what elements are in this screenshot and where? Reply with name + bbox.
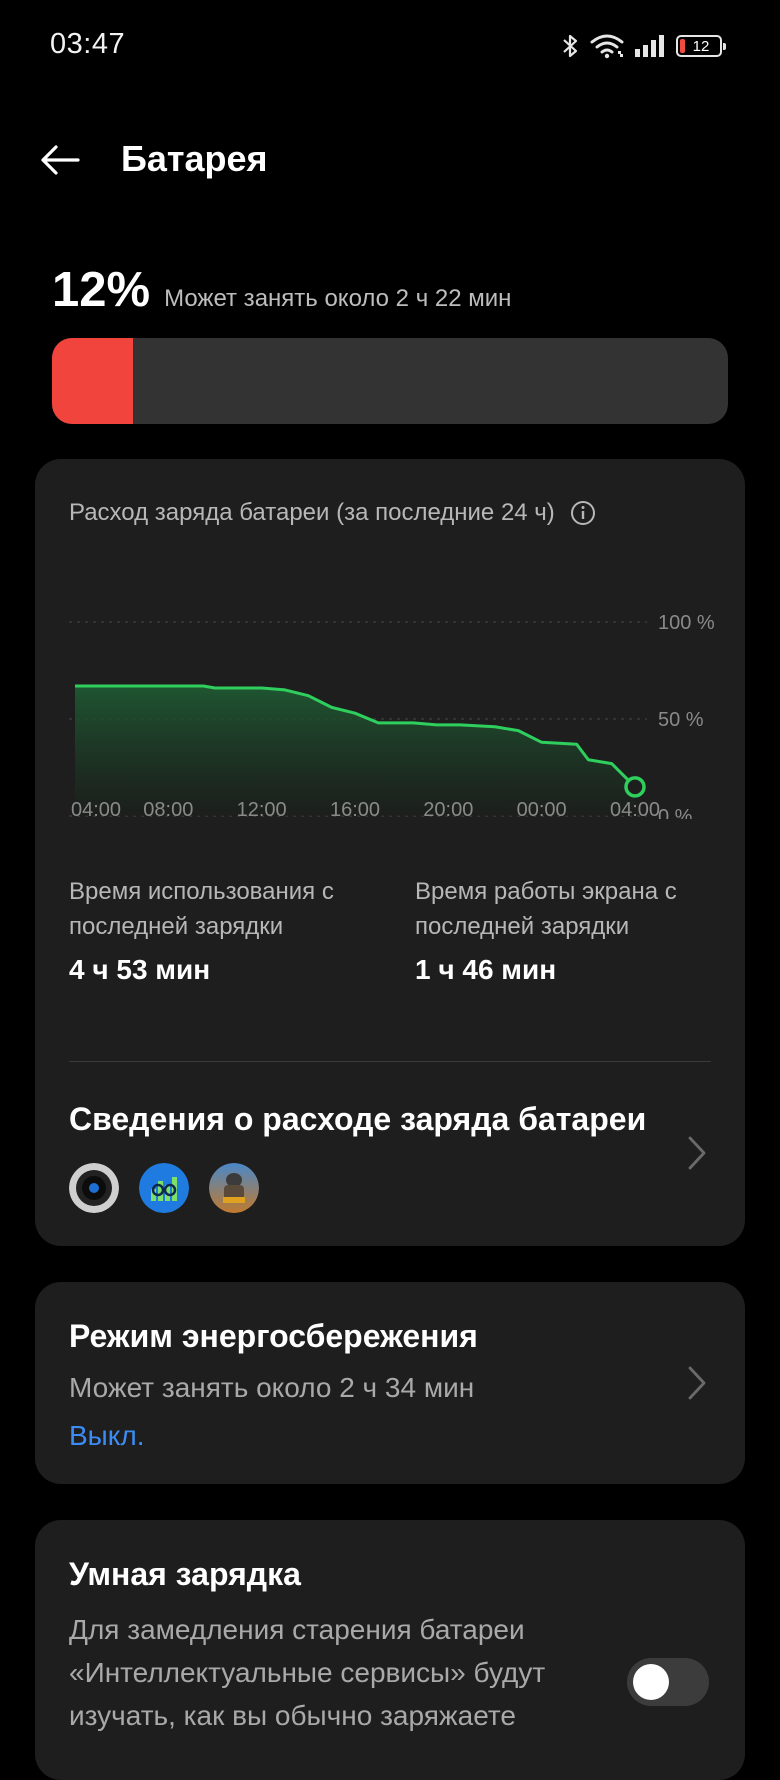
time-used-stat: Время использования с последней зарядки … (69, 874, 369, 986)
chevron-right-icon (688, 1136, 706, 1170)
battery-status-icon: 12 (676, 35, 726, 57)
status-bar: 03:47 12 (0, 0, 780, 92)
stats-app-icon (139, 1163, 189, 1213)
power-saver-subtitle: Может занять около 2 ч 34 мин (69, 1372, 475, 1403)
pubg-game-icon (209, 1163, 259, 1213)
chart-x-axis: 04:00 08:00 12:00 16:00 20:00 00:00 04:00 (35, 799, 745, 829)
battery-status-level: 12 (692, 37, 710, 55)
usage-chart-svg: 100 %50 %0 % (69, 612, 715, 819)
chart-x-tick-label: 00:00 (516, 799, 567, 821)
toggle-knob (633, 1664, 669, 1700)
page-title: Батарея (121, 138, 268, 179)
battery-level-bar (52, 338, 728, 424)
bluetooth-icon (562, 32, 580, 60)
screen-time-label: Время работы экрана с последней зарядки (415, 878, 677, 940)
power-saver-card[interactable]: Режим энергосбережения Может занять окол… (35, 1282, 745, 1484)
smart-charging-toggle[interactable] (627, 1658, 709, 1706)
back-button[interactable] (32, 138, 88, 182)
power-saver-title: Режим энергосбережения (69, 1318, 478, 1354)
smart-charging-title: Умная зарядка (69, 1556, 301, 1592)
header: Батарея (0, 120, 780, 200)
chart-x-tick-label: 04:00 (609, 799, 661, 821)
camera-app-icon (69, 1163, 119, 1213)
battery-estimate: Может занять около 2 ч 22 мин (164, 285, 512, 312)
battery-summary: 12% Может занять около 2 ч 22 мин (52, 262, 511, 318)
chart-x-tick-label: 16:00 (329, 799, 381, 821)
chart-x-tick-label: 04:00 (70, 799, 122, 821)
status-time: 03:47 (50, 28, 126, 60)
chart-x-tick-label: 12:00 (236, 799, 287, 821)
battery-usage-card: Расход заряда батареи (за последние 24 ч… (35, 459, 745, 1246)
info-icon[interactable] (569, 499, 597, 527)
usage-title-row: Расход заряда батареи (за последние 24 ч… (69, 499, 597, 527)
app-icons (69, 1163, 259, 1213)
usage-chart: 100 % 50 % 0 % (35, 559, 745, 819)
battery-percent: 12% (52, 263, 151, 317)
power-saver-status: Выкл. (69, 1420, 145, 1451)
chart-x-tick-label: 08:00 (143, 799, 194, 821)
chart-area-fill (75, 686, 635, 816)
usage-details-row[interactable]: Сведения о расходе заряда батареи (35, 1061, 745, 1246)
screen-time-stat: Время работы экрана с последней зарядки … (415, 874, 715, 986)
chart-y-tick-label: 50 % (658, 709, 704, 731)
usage-details-title: Сведения о расходе заряда батареи (69, 1101, 647, 1137)
time-used-label: Время использования с последней зарядки (69, 878, 334, 940)
usage-chart-title: Расход заряда батареи (за последние 24 ч… (69, 499, 555, 526)
status-icons: 12 (562, 30, 726, 62)
chevron-right-icon (688, 1366, 706, 1400)
battery-level-fill (52, 338, 134, 424)
chart-x-tick-label: 20:00 (423, 799, 474, 821)
screen-time-value: 1 ч 46 мин (415, 954, 557, 985)
smart-charging-description: Для замедления старения батареи «Интелле… (69, 1614, 546, 1731)
time-used-value: 4 ч 53 мин (69, 954, 211, 985)
back-arrow-icon (41, 145, 80, 175)
chart-y-tick-label: 100 % (658, 612, 715, 634)
chart-current-point (624, 776, 646, 798)
smart-charging-card: Умная зарядка Для замедления старения ба… (35, 1520, 745, 1780)
wifi-icon (590, 33, 624, 59)
signal-icon (634, 34, 666, 58)
